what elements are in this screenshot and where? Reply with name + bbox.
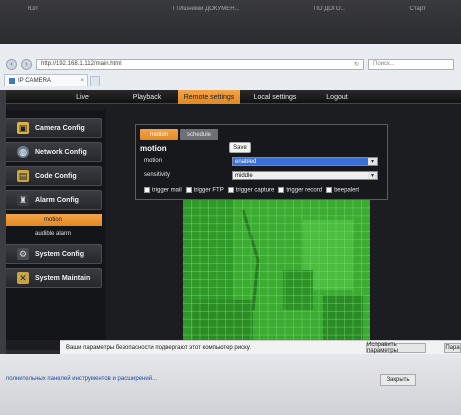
checkbox-label: trigger capture [235,187,275,194]
close-icon[interactable]: × [80,78,84,84]
close-button[interactable]: Закрыть [380,374,416,386]
motion-select-value: enabled [235,158,257,165]
notification-extra-button[interactable]: Пара [444,343,461,353]
sensitivity-label: sensitivity [144,172,171,178]
sidebar-item-alarm-config[interactable]: ♜ Alarm Config [4,190,102,210]
url-text: http://192.168.1.112/main.html [41,61,122,67]
sidebar-item-system-config[interactable]: ⚙ System Config [4,244,102,264]
tools-wrench-icon: ✕ [17,272,29,284]
sidebar-label: Code Config [35,172,77,180]
checkbox-box[interactable] [144,187,150,193]
motion-select[interactable]: enabled ▾ [232,157,378,166]
alarm-siren-icon: ♜ [17,194,29,206]
back-button[interactable]: ‹ [6,58,17,70]
search-placeholder: Поиск... [373,61,395,67]
checkbox-box[interactable] [185,187,192,193]
tab-schedule[interactable]: schedule [180,129,218,140]
sidebar: ▣ Camera Config ◍ Network Config ▤ Code … [0,110,106,340]
trigger-capture-checkbox[interactable]: trigger capture [227,187,275,194]
checkbox-label: beepalert [334,187,360,194]
favicon-icon [9,77,15,84]
nav-remote-settings[interactable]: Remote settings [178,90,240,104]
gear-icon: ⚙ [17,248,29,260]
add-ons-message[interactable]: полнительных панелей инструментов и расш… [6,376,157,382]
sidebar-label: System Config [35,250,85,258]
reload-icon[interactable]: ↻ [354,61,359,68]
fix-settings-button[interactable]: Исправить параметры [366,342,426,354]
trigger-checkboxes: trigger mail trigger FTP trigger capture… [144,187,359,194]
taskbar-item-4[interactable]: Старт [410,6,426,12]
camera-web-app: Live Playback Remote settings Local sett… [0,90,461,350]
camera-icon: ▣ [17,122,29,134]
settings-subtabs: motion schedule [140,129,218,140]
sensitivity-select[interactable]: middle ▾ [232,171,378,180]
security-notification-bar: Ваши параметры безопасности подвергают э… [60,340,461,354]
taskbar-item-2[interactable]: ТТИшникки ДОКУМЕН... [172,6,240,12]
checkbox-box[interactable] [227,187,234,193]
taskbar-item-1[interactable]: ЮЛ [28,6,38,12]
forward-button[interactable]: › [21,58,32,70]
nav-logout[interactable]: Logout [314,90,360,104]
beepalert-checkbox[interactable]: beepalert [326,187,359,194]
taskbar: ЮЛ ТТИшникки ДОКУМЕН... ПО ДОГО... Старт [0,0,461,18]
sidebar-subitem-motion[interactable]: motion [4,214,102,226]
trigger-mail-checkbox[interactable]: trigger mail [144,187,182,194]
nav-live[interactable]: Live [60,90,105,104]
checkbox-box[interactable] [278,187,285,193]
save-button[interactable]: Save [229,142,251,153]
search-input[interactable]: Поиск... [368,58,454,70]
network-globe-icon: ◍ [17,146,29,158]
motion-detection-grid[interactable] [183,200,370,343]
nav-local-settings[interactable]: Local settings [246,90,304,104]
sidebar-label: Camera Config [35,124,85,132]
screen-left-edge [0,90,6,354]
chevron-down-icon[interactable]: ▾ [368,158,377,165]
sidebar-label: Alarm Config [35,196,79,204]
checkbox-label: trigger FTP [193,187,224,194]
chevron-down-icon[interactable]: ▾ [368,172,377,179]
trigger-ftp-checkbox[interactable]: trigger FTP [185,187,224,194]
desktop-bottom: полнительных панелей инструментов и расш… [0,354,461,415]
section-title: motion [140,144,167,153]
tab-title: IP CAMERA [18,77,51,84]
top-navigation: Live Playback Remote settings Local sett… [0,90,461,104]
motion-label: motion [144,158,163,164]
trigger-record-checkbox[interactable]: trigger record [278,187,322,194]
sensitivity-select-value: middle [235,172,253,179]
sidebar-item-code-config[interactable]: ▤ Code Config [4,166,102,186]
nav-playback[interactable]: Playback [122,90,172,104]
sidebar-item-camera-config[interactable]: ▣ Camera Config [4,118,102,138]
new-tab-button[interactable] [90,76,100,86]
checkbox-label: trigger mail [152,187,182,194]
browser-chrome: ‹ › http://192.168.1.112/main.html ↻ Пои… [0,44,461,90]
taskbar-item-3[interactable]: ПО ДОГО... [314,6,346,12]
checkbox-label: trigger record [286,187,323,194]
sidebar-item-network-config[interactable]: ◍ Network Config [4,142,102,162]
address-row: ‹ › http://192.168.1.112/main.html ↻ Пои… [0,57,461,71]
motion-grid-overlay[interactable] [183,200,370,343]
tab-motion[interactable]: motion [140,129,178,140]
code-document-icon: ▤ [17,170,29,182]
address-bar[interactable]: http://192.168.1.112/main.html ↻ [36,58,364,70]
motion-settings-panel: motion schedule motion Save motion enabl… [135,124,388,200]
sidebar-item-system-maintain[interactable]: ✕ System Maintain [4,268,102,288]
notification-text: Ваши параметры безопасности подвергают э… [66,344,251,351]
browser-tab-ip-camera[interactable]: IP CAMERA × [4,74,88,86]
sidebar-label: Network Config [35,148,87,156]
sidebar-subitem-audible-alarm[interactable]: audible alarm [4,228,102,240]
checkbox-box[interactable] [326,187,333,193]
monitor-top-bezel: ЮЛ ТТИшникки ДОКУМЕН... ПО ДОГО... Старт [0,0,461,44]
sidebar-label: System Maintain [35,274,91,282]
tab-strip: IP CAMERA × [0,73,461,86]
